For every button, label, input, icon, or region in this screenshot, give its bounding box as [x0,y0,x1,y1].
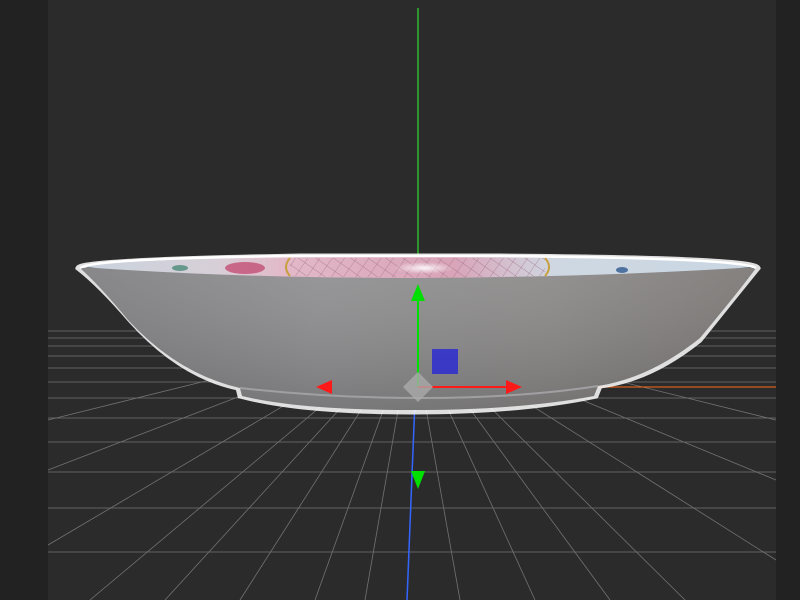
world-z-axis [406,399,416,600]
scene-canvas[interactable] [0,0,800,600]
gizmo-y-arrow-down[interactable] [411,471,425,489]
3d-viewport[interactable] [0,0,800,600]
dish-specular-highlight [394,262,454,274]
dish-flower-motif [225,262,265,274]
dish-leaf-motif [616,267,628,273]
dish-leaf-motif [172,265,188,271]
gizmo-plane-handle[interactable] [432,349,458,374]
